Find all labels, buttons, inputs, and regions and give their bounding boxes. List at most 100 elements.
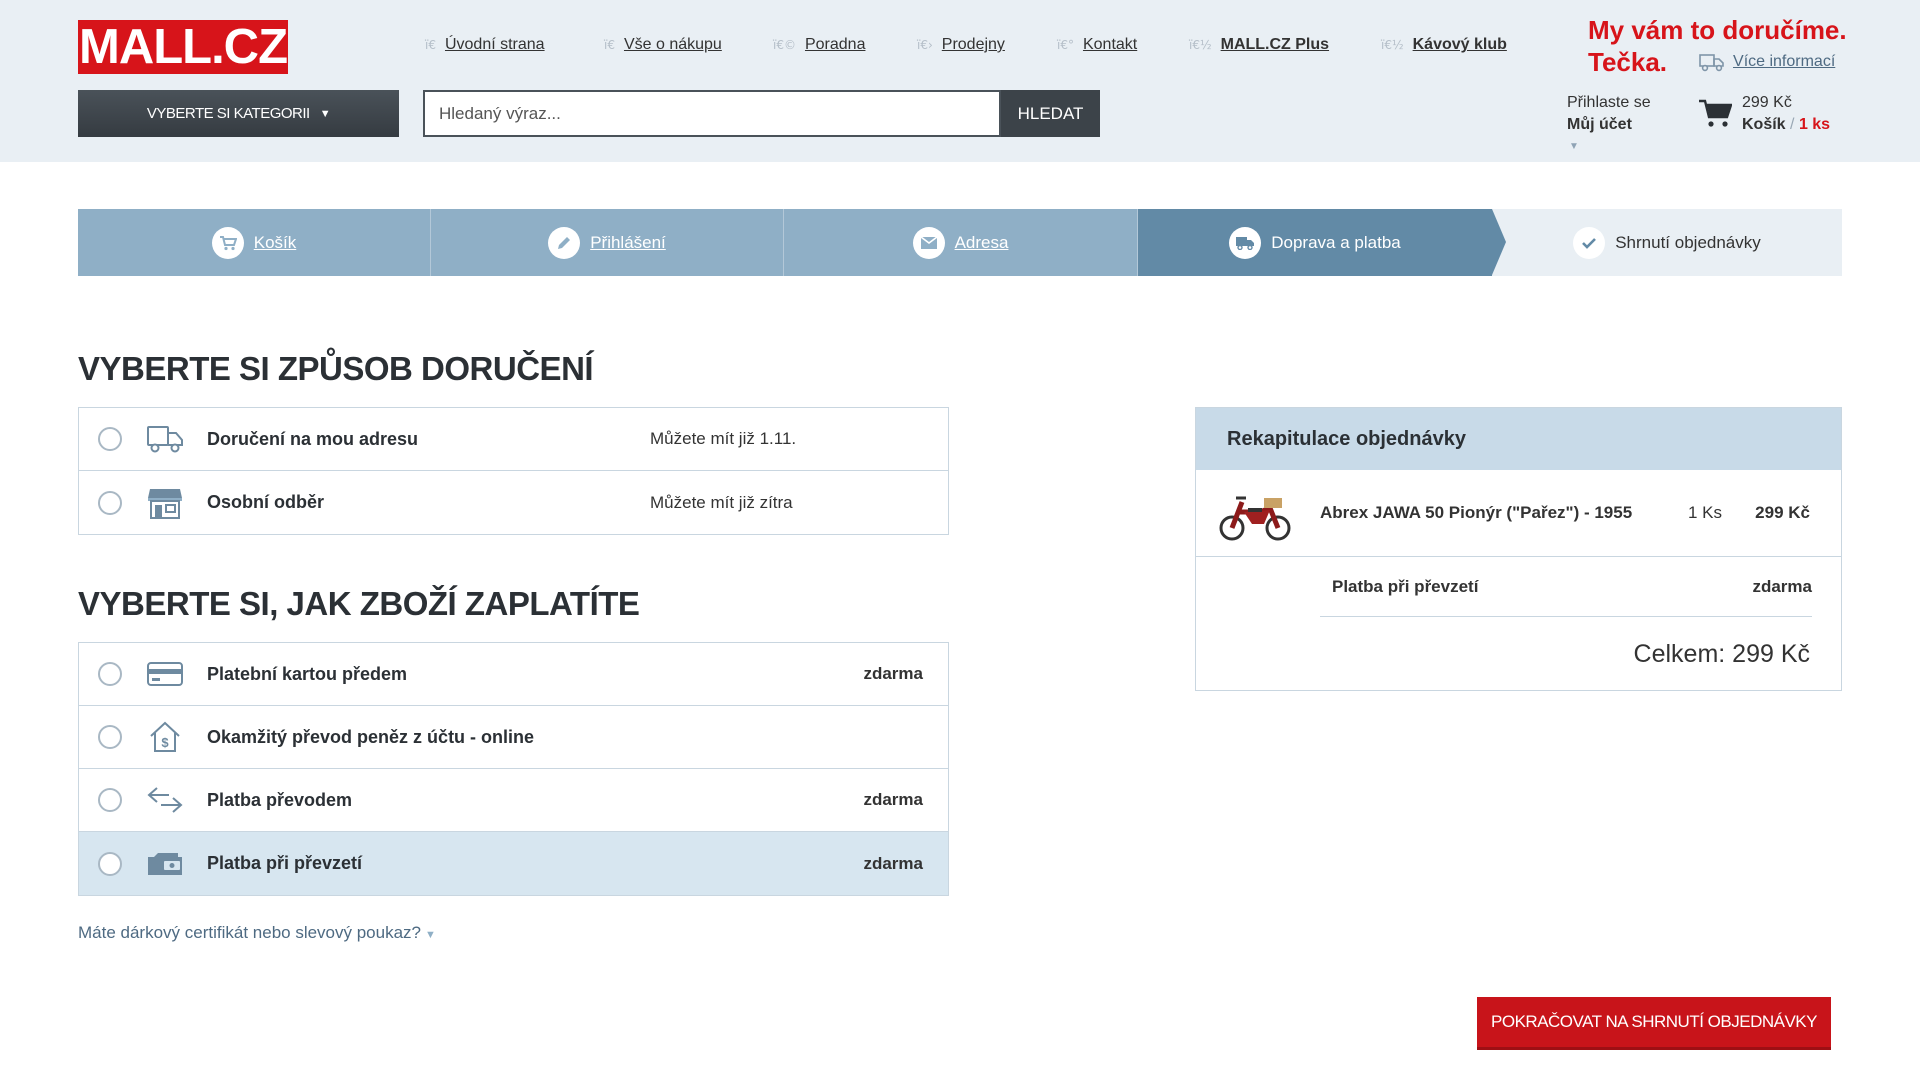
account-label[interactable]: Můj účet — [1567, 114, 1651, 136]
recap-item: Abrex JAWA 50 Pionýr ("Pařez") - 1955 1 … — [1196, 470, 1841, 557]
step-label[interactable]: Košík — [254, 233, 297, 253]
delivery-date: Můžete mít již 1.11. — [650, 429, 797, 448]
step-label: Doprava a platba — [1271, 232, 1401, 252]
cart-summary[interactable]: 299 Kč Košík / 1 ks — [1698, 92, 1830, 136]
product-thumbnail[interactable] — [1218, 484, 1292, 544]
delivery-date: Můžete mít již zítra — [650, 492, 793, 512]
pencil-icon — [548, 226, 581, 259]
search-box — [423, 90, 1001, 137]
option-label[interactable]: Platební kartou předem — [207, 664, 407, 685]
option-label[interactable]: Doručení na mou adresu — [207, 429, 418, 450]
delivery-option[interactable]: Osobní odběr Můžete mít již zítra — [79, 471, 948, 534]
option-price: zdarma — [863, 853, 923, 873]
promo-more-link[interactable]: Více informací — [1699, 46, 1835, 78]
nav-item-mall-plus[interactable]: ï€½ MALL.CZ Plus — [1189, 36, 1329, 54]
account-menu[interactable]: Přihlaste se Můj účet ▼ — [1567, 92, 1651, 158]
step-address[interactable]: Adresa — [784, 209, 1138, 276]
payment-title: VYBERTE SI, JAK ZBOŽÍ ZAPLATÍTE — [78, 585, 640, 622]
search-input[interactable] — [425, 92, 999, 135]
payment-option[interactable]: Platební kartou předem zdarma — [79, 643, 948, 706]
plus-icon: ï€½ — [1189, 38, 1212, 52]
nav-item-stores[interactable]: ï€› Prodejny — [917, 36, 1005, 54]
continue-button[interactable]: POKRAČOVAT NA SHRNUTÍ OBJEDNÁVKY — [1477, 997, 1831, 1050]
promo-more-label[interactable]: Více informací — [1733, 46, 1835, 78]
payment-option[interactable]: $ Okamžitý převod peněz z účtu - online — [79, 706, 948, 769]
order-total: Celkem: 299 Kč — [1633, 640, 1810, 668]
recap-payment-label: Platba při převzetí — [1332, 576, 1479, 596]
nav-label[interactable]: Kávový klub — [1413, 36, 1507, 54]
cart-count: 1 ks — [1798, 116, 1831, 133]
store-icon — [145, 486, 185, 520]
cart-icon — [211, 226, 244, 259]
step-cart[interactable]: Košík — [78, 209, 431, 276]
nav-item-contact[interactable]: ï€° Kontakt — [1057, 36, 1137, 54]
payment-option-selected[interactable]: Platba při převzetí zdarma — [79, 832, 948, 895]
step-shipping-payment: Doprava a platba — [1138, 209, 1506, 276]
step-label[interactable]: Přihlášení — [590, 233, 666, 253]
mall-logo[interactable]: MALL.CZ — [78, 20, 288, 74]
nav-label[interactable]: Úvodní strana — [445, 36, 545, 54]
option-price: zdarma — [863, 664, 923, 683]
nav-label[interactable]: Poradna — [805, 36, 866, 54]
svg-text:$: $ — [161, 735, 169, 750]
nav-label[interactable]: Prodejny — [942, 36, 1005, 54]
radio-button[interactable] — [98, 490, 122, 515]
option-label[interactable]: Platba převodem — [207, 790, 352, 811]
contact-icon: ï€° — [1057, 38, 1074, 52]
checkout-steps: Košík Přihlášení Adresa Doprava a platba… — [78, 209, 1842, 276]
radio-button[interactable] — [98, 662, 122, 686]
payment-option[interactable]: Platba převodem zdarma — [79, 769, 948, 832]
radio-button[interactable] — [98, 788, 122, 812]
search-button[interactable]: HLEDAT — [1001, 90, 1100, 137]
option-price: zdarma — [863, 790, 923, 809]
product-quantity: 1 Ks — [1688, 503, 1723, 522]
transfer-arrows-icon — [145, 783, 185, 817]
truck-icon — [1229, 226, 1262, 259]
check-icon — [1573, 226, 1606, 259]
option-label[interactable]: Osobní odběr — [207, 492, 324, 513]
caret-down-icon[interactable]: ▼ — [425, 929, 436, 941]
info-icon: ï€ — [604, 38, 615, 52]
delivery-title: VYBERTE SI ZPŮSOB DORUČENÍ — [78, 350, 594, 387]
cart-icon — [1699, 99, 1732, 127]
recap-payment: Platba při převzetí zdarma — [1320, 557, 1812, 617]
radio-button[interactable] — [98, 851, 122, 876]
login-prompt[interactable]: Přihlaste se — [1567, 92, 1651, 114]
coffee-icon: ï€½ — [1381, 38, 1404, 52]
house-dollar-icon: $ — [145, 720, 185, 754]
voucher-label[interactable]: Máte dárkový certifikát nebo slevový pou… — [78, 923, 421, 942]
radio-button[interactable] — [98, 427, 122, 451]
credit-card-icon — [145, 657, 185, 691]
site-header: MALL.CZ ï€ Úvodní strana ï€ Vše o nákupu… — [0, 0, 1920, 162]
category-button[interactable]: VYBERTE SI KATEGORII ▼ — [78, 90, 399, 137]
category-button-label: VYBERTE SI KATEGORII — [146, 105, 310, 122]
nav-item-help[interactable]: ï€© Poradna — [773, 36, 865, 54]
cart-price: 299 Kč — [1742, 94, 1792, 111]
recap-payment-price: zdarma — [1752, 576, 1812, 596]
help-icon: ï€© — [773, 38, 796, 52]
store-icon: ï€› — [917, 38, 933, 52]
delivery-option[interactable]: Doručení na mou adresu Můžete mít již 1.… — [79, 408, 948, 471]
home-icon: ï€ — [425, 38, 436, 52]
caret-down-icon: ▼ — [319, 107, 331, 120]
nav-label[interactable]: Kontakt — [1083, 36, 1137, 54]
nav-item-about-shopping[interactable]: ï€ Vše o nákupu — [604, 36, 722, 54]
radio-button[interactable] — [98, 725, 122, 749]
caret-down-icon[interactable]: ▼ — [1569, 136, 1651, 158]
nav-item-home[interactable]: ï€ Úvodní strana — [425, 36, 545, 54]
product-name[interactable]: Abrex JAWA 50 Pionýr ("Pařez") - 1955 — [1320, 503, 1632, 523]
cart-label[interactable]: Košík — [1742, 116, 1786, 133]
promo-slogan-2: Tečka. — [1588, 47, 1668, 77]
nav-label[interactable]: MALL.CZ Plus — [1221, 36, 1329, 54]
option-label[interactable]: Okamžitý převod peněz z účtu - online — [207, 727, 534, 748]
delivery-promo: My vám to doručíme. Tečka. Více informac… — [1588, 14, 1847, 78]
step-label[interactable]: Adresa — [955, 233, 1009, 253]
nav-item-coffee-club[interactable]: ï€½ Kávový klub — [1381, 36, 1507, 54]
step-login[interactable]: Přihlášení — [431, 209, 784, 276]
truck-icon — [145, 422, 185, 456]
cart-separator: / — [1790, 116, 1795, 133]
cash-icon — [145, 847, 185, 881]
nav-label[interactable]: Vše o nákupu — [624, 36, 722, 54]
option-label[interactable]: Platba při převzetí — [207, 853, 362, 874]
voucher-toggle[interactable]: Máte dárkový certifikát nebo slevový pou… — [78, 923, 436, 943]
